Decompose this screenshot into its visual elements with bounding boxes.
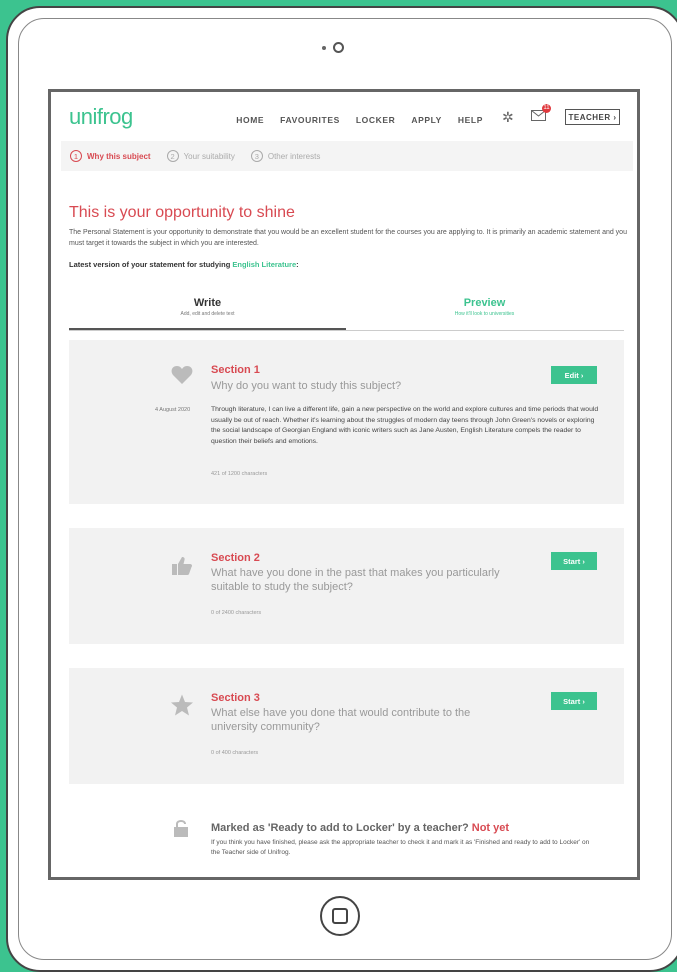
heart-icon — [171, 366, 193, 384]
tab-preview[interactable]: Preview How it'll look to universities — [346, 297, 623, 317]
nav-locker[interactable]: LOCKER — [356, 115, 396, 125]
section-question: Why do you want to study this subject? — [211, 380, 402, 392]
lock-open-icon — [174, 820, 188, 837]
step-number: 1 — [70, 150, 82, 162]
step-bar: 1 Why this subject 2 Your suitability 3 … — [61, 141, 633, 171]
home-button[interactable] — [320, 896, 360, 936]
section-card-2: Section 2 What have you done in the past… — [69, 528, 624, 644]
step-your-suitability[interactable]: 2 Your suitability — [166, 150, 235, 162]
section-date: 4 August 2020 — [155, 407, 191, 413]
character-count: 0 of 2400 characters — [211, 610, 262, 616]
subject-name: English Literature — [232, 260, 297, 269]
step-number: 3 — [250, 150, 263, 162]
ready-status-value: Not yet — [471, 822, 510, 834]
ready-label: Marked as 'Ready to add to Locker' by a … — [211, 822, 472, 834]
nav-home[interactable]: HOME — [236, 115, 264, 125]
latest-suffix: : — [296, 260, 299, 269]
latest-prefix: Latest version of your statement for stu… — [69, 260, 233, 269]
section-body: Through literature, I can live a differe… — [211, 406, 599, 445]
step-why-this-subject[interactable]: 1 Why this subject — [70, 150, 151, 162]
step-label: Other interests — [267, 151, 321, 161]
section-title: Section 2 — [211, 552, 260, 564]
tab-subtitle: How it'll look to universities — [454, 311, 515, 317]
start-button[interactable]: Start › — [551, 552, 597, 570]
teacher-button[interactable]: TEACHER › — [565, 109, 620, 125]
start-button[interactable]: Start › — [551, 692, 597, 710]
unifrog-logo[interactable]: unifrog — [69, 104, 133, 130]
camera-lens — [333, 42, 344, 53]
tab-title: Preview — [463, 297, 506, 309]
tablet-camera — [322, 42, 344, 53]
section-card-3: Section 3 What else have you done that w… — [69, 668, 624, 784]
sensor-dot — [322, 45, 326, 50]
main-menu: HOME FAVOURITES LOCKER APPLY HELP — [236, 115, 483, 125]
step-label: Why this subject — [87, 151, 151, 161]
app-screen: unifrog HOME FAVOURITES LOCKER APPLY HEL… — [48, 89, 640, 880]
ready-instructions: If you think you have finished, please a… — [211, 839, 590, 856]
character-count: 0 of 400 characters — [211, 750, 259, 756]
nav-favourites[interactable]: FAVOURITES — [280, 115, 340, 125]
section-question: What have you done in the past that make… — [211, 567, 500, 593]
section-card-1: Section 1 Why do you want to study this … — [69, 340, 624, 504]
step-number: 2 — [166, 150, 179, 162]
step-other-interests[interactable]: 3 Other interests — [250, 150, 321, 162]
nav-help[interactable]: HELP — [458, 115, 483, 125]
step-label: Your suitability — [183, 151, 235, 161]
section-title: Section 3 — [211, 692, 260, 704]
page-title: This is your opportunity to shine — [69, 204, 295, 221]
section-title: Section 1 — [211, 364, 260, 376]
star-icon — [171, 694, 193, 716]
mail-badge: 11 — [542, 104, 551, 113]
section-question: What else have you done that would contr… — [211, 707, 471, 733]
thumbs-up-icon — [172, 557, 192, 575]
ready-status: Marked as 'Ready to add to Locker' by a … — [211, 822, 509, 834]
character-count: 421 of 1200 characters — [211, 471, 268, 477]
tab-subtitle: Add, edit and delete text — [180, 311, 235, 317]
top-nav: unifrog HOME FAVOURITES LOCKER APPLY HEL… — [51, 92, 637, 138]
intro-text: The Personal Statement is your opportuni… — [69, 229, 627, 247]
tab-write[interactable]: Write Add, edit and delete text — [69, 297, 346, 330]
home-button-icon — [332, 908, 348, 924]
gear-icon[interactable]: ✲ — [502, 109, 514, 126]
edit-button[interactable]: Edit › — [551, 366, 597, 384]
tab-title: Write — [193, 297, 222, 309]
nav-apply[interactable]: APPLY — [411, 115, 442, 125]
latest-version-label: Latest version of your statement for stu… — [69, 260, 299, 269]
write-preview-tabs: Write Add, edit and delete text Preview … — [69, 297, 624, 331]
